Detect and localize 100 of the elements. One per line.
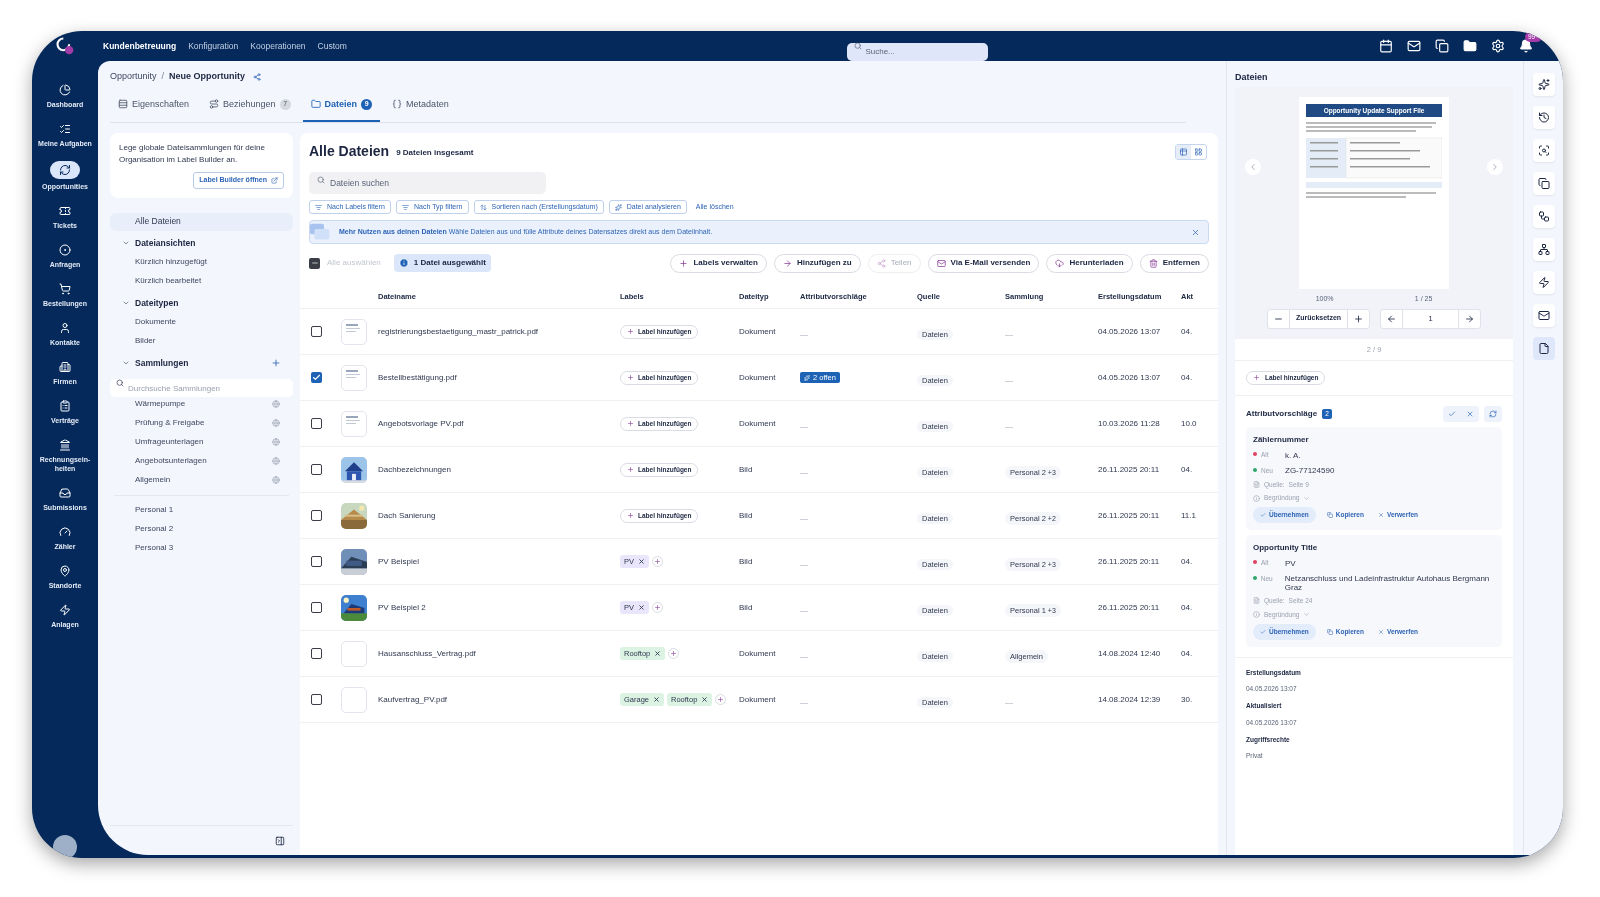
search-icon — [116, 378, 124, 387]
remove-icon[interactable] — [638, 558, 645, 565]
row-checkbox[interactable] — [310, 510, 322, 521]
plus-icon[interactable] — [271, 358, 281, 368]
row-checkbox[interactable] — [310, 418, 322, 429]
nav-link[interactable]: Kundenbetreuung — [103, 39, 177, 53]
nav-link[interactable]: Custom — [317, 39, 347, 53]
collection-item[interactable]: Allgemein — [135, 474, 272, 486]
breadcrumb-link[interactable]: Opportunity — [110, 70, 157, 84]
collection-item[interactable]: Bilder — [135, 335, 280, 347]
suggestion-field: Opportunity Title — [1253, 542, 1495, 554]
collection-item[interactable]: Kürzlich bearbeitet — [135, 275, 280, 287]
file-icon[interactable] — [1532, 337, 1555, 360]
copy-icon[interactable] — [1532, 172, 1555, 195]
collection-item[interactable]: Alle Dateien — [110, 212, 293, 231]
external-link-icon — [271, 176, 278, 184]
share-icon[interactable] — [253, 73, 262, 81]
collection-item[interactable]: Angebotsunterlagen — [135, 455, 272, 467]
created-date: 10.03.2026 11:28 — [1098, 417, 1161, 430]
mail-icon[interactable] — [1407, 39, 1421, 53]
file-icon — [1253, 480, 1260, 488]
copy-icon[interactable] — [1435, 39, 1449, 53]
file-name[interactable]: Dachbezeichnungen — [378, 463, 620, 476]
table-cell-text: 04. — [1181, 325, 1194, 338]
file-name[interactable]: Angebotsvorlage PV.pdf — [378, 417, 620, 430]
bank-icon — [59, 439, 71, 451]
collection-item[interactable]: Personal 3 — [135, 542, 280, 554]
table-cell-text: 04. — [1181, 647, 1194, 660]
collection-item[interactable]: Personal 2 — [135, 523, 280, 535]
table-cell-text: 04. — [1181, 463, 1194, 476]
folder-icon[interactable] — [1463, 39, 1477, 53]
collection-item[interactable]: Umfrageunterlagen — [135, 436, 272, 448]
collection-search-field[interactable]: Durchsuche Sammlungen — [110, 379, 293, 397]
row-checkbox[interactable] — [310, 372, 322, 383]
old-value: PV — [1285, 558, 1296, 570]
check-icon — [1260, 512, 1266, 518]
collection-item[interactable]: Kürzlich hinzugefügt — [135, 256, 280, 268]
pie-chart-icon — [59, 84, 71, 96]
file-name[interactable]: Kaufvertrag_PV.pdf — [378, 693, 620, 706]
file-type: Dokument — [739, 417, 777, 430]
row-checkbox[interactable] — [310, 602, 322, 613]
file-name[interactable]: PV Beispiel 2 — [378, 601, 620, 614]
chevron-down-icon[interactable] — [122, 299, 130, 307]
sparkle-icon — [804, 374, 810, 381]
refresh-icon — [59, 164, 71, 176]
remove-icon[interactable] — [653, 696, 661, 703]
file-name[interactable]: registrierungsbestaetigung_mastr_patrick.pdf — [378, 325, 620, 338]
file-name[interactable]: Bestellbestätigung.pdf — [378, 371, 620, 384]
table-view-icon[interactable] — [1176, 144, 1191, 159]
avatar[interactable] — [53, 835, 77, 858]
remove-icon[interactable] — [638, 604, 645, 611]
row-checkbox[interactable] — [310, 648, 322, 659]
collection-item[interactable]: Prüfung & Freigabe — [135, 417, 272, 429]
collapse-panel-icon[interactable] — [275, 835, 285, 846]
file-type: Dokument — [739, 647, 777, 660]
bell-icon[interactable] — [1519, 39, 1533, 53]
action-button[interactable]: Herunterladen — [1046, 253, 1133, 273]
remove-icon[interactable] — [701, 696, 709, 703]
file-search-field[interactable]: Dateien suchen — [309, 172, 546, 194]
gauge-icon — [59, 526, 71, 538]
collection-item[interactable]: Wärmepumpe — [135, 398, 272, 410]
nav-link[interactable]: Kooperationen — [250, 39, 306, 53]
empty-value: — — [1005, 421, 1013, 431]
bolt-icon[interactable] — [1532, 271, 1555, 294]
select-all-checkbox[interactable] — [309, 257, 320, 269]
workflow-icon[interactable] — [1532, 205, 1555, 228]
row-checkbox[interactable] — [310, 464, 322, 475]
add-label-icon[interactable] — [652, 602, 663, 613]
nav-link[interactable]: Konfiguration — [188, 39, 239, 53]
mail-icon[interactable] — [1532, 304, 1555, 327]
tab[interactable]: Metadaten — [384, 93, 457, 122]
created-date: 14.08.2024 12:39 — [1098, 693, 1162, 706]
network-icon[interactable] — [1532, 238, 1555, 261]
file-name[interactable]: PV Beispiel — [378, 555, 620, 568]
collection-item[interactable]: Personal 1 — [135, 504, 280, 516]
scan-icon[interactable] — [1532, 139, 1555, 162]
chevron-down-icon[interactable] — [122, 239, 130, 247]
sort-icon — [479, 203, 487, 211]
search-field[interactable]: Suche... — [847, 42, 989, 61]
calendar-icon[interactable] — [1379, 39, 1393, 53]
file-name[interactable]: Hausanschluss_Vertrag.pdf — [378, 647, 620, 660]
history-icon[interactable] — [1532, 106, 1555, 129]
table-cell-text: 04. — [1181, 601, 1194, 614]
chevron-down-icon[interactable] — [122, 359, 130, 367]
refresh-icon[interactable] — [1484, 405, 1502, 422]
row-checkbox[interactable] — [310, 326, 322, 337]
empty-value: — — [1005, 697, 1013, 707]
close-icon[interactable] — [1191, 227, 1200, 237]
settings-icon[interactable] — [1491, 39, 1505, 53]
collection-item[interactable]: Dokumente — [135, 316, 280, 328]
add-label-icon[interactable] — [652, 556, 663, 567]
file-name[interactable]: Dach Sanierung — [378, 509, 620, 522]
tab[interactable]: Eigenschaften — [110, 93, 198, 122]
file-type: Bild — [739, 463, 754, 476]
braces-icon — [392, 99, 403, 110]
sparkle-icon[interactable] — [1532, 73, 1555, 96]
remove-icon[interactable] — [654, 650, 662, 657]
row-checkbox[interactable] — [310, 556, 322, 567]
pin-icon — [59, 565, 71, 577]
row-checkbox[interactable] — [310, 694, 322, 705]
